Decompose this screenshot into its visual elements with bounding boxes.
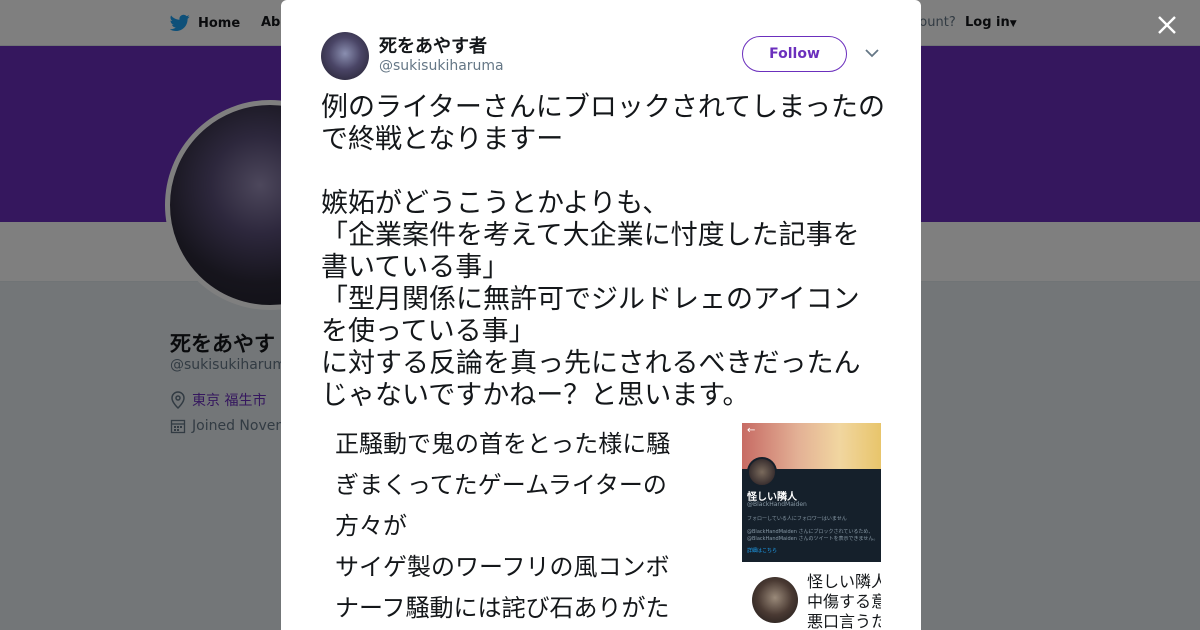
author-name[interactable]: 死をあやす者: [379, 32, 487, 58]
follow-button[interactable]: Follow: [742, 36, 847, 72]
tweet-image-text: 正騒動で鬼の首をとった様に騒 ぎまくってたゲームライターの 方々が サイゲ製のワ…: [335, 430, 671, 622]
embedded-reply-text: 怪しい隣人 中傷する意 悪口言うた: [807, 572, 881, 630]
chevron-down-icon[interactable]: [863, 44, 881, 62]
tweet-modal: 死をあやす者 @sukisukiharuma Follow 例のライターさんにブ…: [281, 0, 921, 630]
embedded-reply-avatar: [752, 577, 798, 623]
tweet-image[interactable]: 正騒動で鬼の首をとった様に騒 ぎまくってたゲームライターの 方々が サイゲ製のワ…: [321, 420, 881, 630]
author-avatar[interactable]: [321, 32, 369, 80]
tweet-text: 例のライターさんにブロックされてしまったので終戦となりますー 嫉妬がどうこうとか…: [321, 92, 886, 411]
embedded-profile-screenshot: ← 怪しい隣人 @BlackHandMaiden フォローしている人にフォロワー…: [742, 423, 881, 562]
author-handle[interactable]: @sukisukiharuma: [379, 58, 504, 74]
embedded-avatar: [747, 457, 777, 487]
embedded-handle: @BlackHandMaiden: [747, 501, 807, 508]
back-arrow-icon: ←: [747, 425, 756, 436]
embedded-block-note: @BlackHandMaiden さんにブロックされているため、@BlackHa…: [747, 529, 879, 542]
close-icon[interactable]: [1152, 10, 1182, 40]
embedded-note: フォローしている人にフォロワーはいません: [747, 516, 847, 522]
embedded-link: 詳細はこちら: [747, 548, 778, 554]
